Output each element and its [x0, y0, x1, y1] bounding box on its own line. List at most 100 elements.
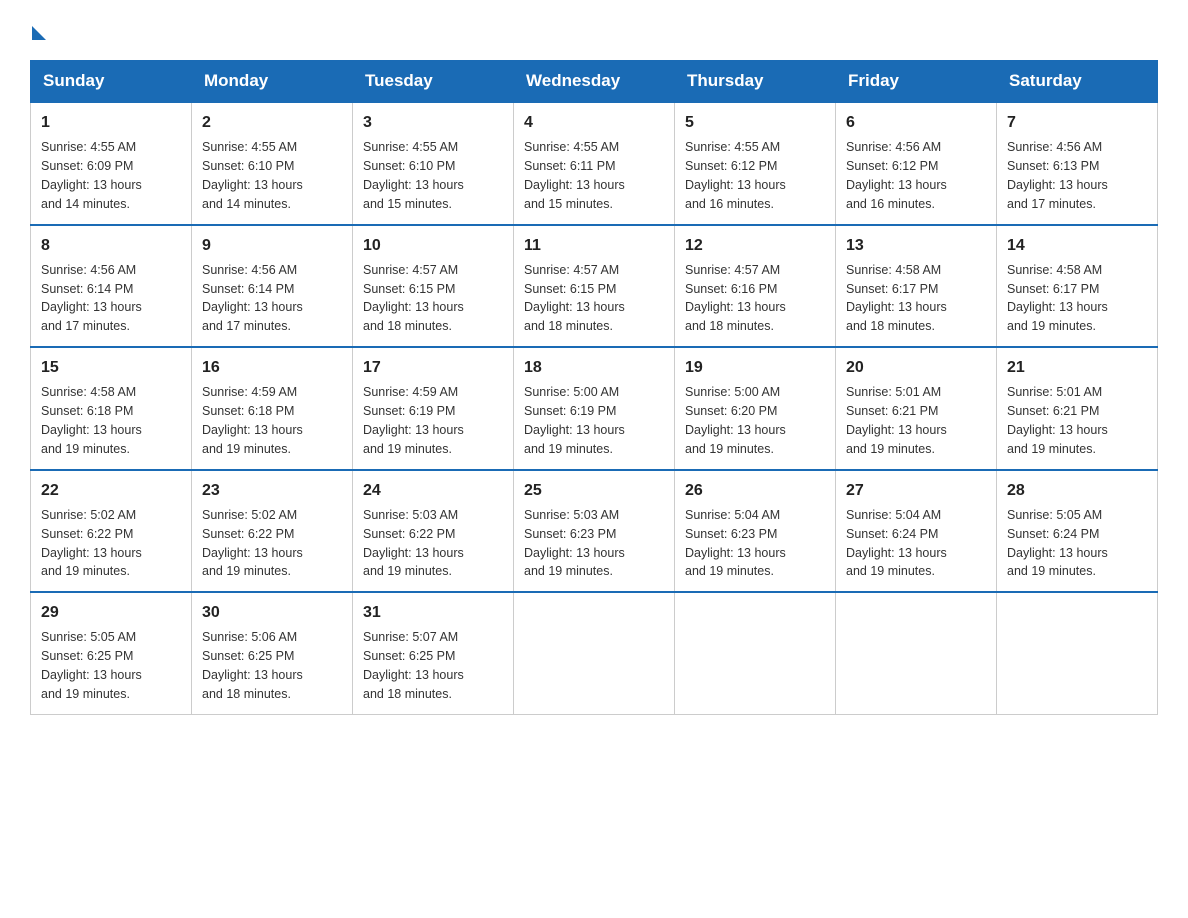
day-number: 20 [846, 356, 986, 379]
calendar-cell: 3 Sunrise: 4:55 AMSunset: 6:10 PMDaylight… [353, 102, 514, 225]
day-number: 2 [202, 111, 342, 134]
day-number: 30 [202, 601, 342, 624]
day-number: 24 [363, 479, 503, 502]
day-info: Sunrise: 4:59 AMSunset: 6:18 PMDaylight:… [202, 385, 303, 456]
day-info: Sunrise: 5:06 AMSunset: 6:25 PMDaylight:… [202, 630, 303, 701]
day-info: Sunrise: 4:55 AMSunset: 6:10 PMDaylight:… [202, 140, 303, 211]
day-number: 29 [41, 601, 181, 624]
day-info: Sunrise: 4:57 AMSunset: 6:15 PMDaylight:… [524, 263, 625, 334]
calendar-week-row: 8 Sunrise: 4:56 AMSunset: 6:14 PMDaylight… [31, 225, 1158, 348]
calendar-cell: 15 Sunrise: 4:58 AMSunset: 6:18 PMDayligh… [31, 347, 192, 470]
day-info: Sunrise: 4:56 AMSunset: 6:12 PMDaylight:… [846, 140, 947, 211]
calendar-week-row: 29 Sunrise: 5:05 AMSunset: 6:25 PMDayligh… [31, 592, 1158, 714]
calendar-cell: 16Sunrise: 4:59 AMSunset: 6:18 PMDayligh… [192, 347, 353, 470]
day-number: 27 [846, 479, 986, 502]
day-number: 8 [41, 234, 181, 257]
day-number: 12 [685, 234, 825, 257]
day-number: 26 [685, 479, 825, 502]
calendar-cell: 31 Sunrise: 5:07 AMSunset: 6:25 PMDayligh… [353, 592, 514, 714]
day-info: Sunrise: 5:05 AMSunset: 6:24 PMDaylight:… [1007, 508, 1108, 579]
calendar-cell: 2 Sunrise: 4:55 AMSunset: 6:10 PMDaylight… [192, 102, 353, 225]
calendar-cell: 20 Sunrise: 5:01 AMSunset: 6:21 PMDayligh… [836, 347, 997, 470]
day-number: 15 [41, 356, 181, 379]
day-number: 17 [363, 356, 503, 379]
calendar-cell: 13 Sunrise: 4:58 AMSunset: 6:17 PMDayligh… [836, 225, 997, 348]
day-info: Sunrise: 5:02 AMSunset: 6:22 PMDaylight:… [202, 508, 303, 579]
calendar-cell: 6 Sunrise: 4:56 AMSunset: 6:12 PMDaylight… [836, 102, 997, 225]
day-number: 11 [524, 234, 664, 257]
day-info: Sunrise: 5:01 AMSunset: 6:21 PMDaylight:… [846, 385, 947, 456]
calendar-cell [836, 592, 997, 714]
day-number: 10 [363, 234, 503, 257]
day-number: 6 [846, 111, 986, 134]
day-number: 7 [1007, 111, 1147, 134]
day-info: Sunrise: 5:04 AMSunset: 6:23 PMDaylight:… [685, 508, 786, 579]
calendar-cell: 14Sunrise: 4:58 AMSunset: 6:17 PMDayligh… [997, 225, 1158, 348]
calendar-header-row: SundayMondayTuesdayWednesdayThursdayFrid… [31, 61, 1158, 103]
calendar-week-row: 1Sunrise: 4:55 AMSunset: 6:09 PMDaylight… [31, 102, 1158, 225]
day-number: 3 [363, 111, 503, 134]
day-info: Sunrise: 5:02 AMSunset: 6:22 PMDaylight:… [41, 508, 142, 579]
day-info: Sunrise: 4:56 AMSunset: 6:14 PMDaylight:… [202, 263, 303, 334]
day-info: Sunrise: 4:57 AMSunset: 6:16 PMDaylight:… [685, 263, 786, 334]
day-info: Sunrise: 4:57 AMSunset: 6:15 PMDaylight:… [363, 263, 464, 334]
day-info: Sunrise: 5:00 AMSunset: 6:19 PMDaylight:… [524, 385, 625, 456]
calendar-cell: 27 Sunrise: 5:04 AMSunset: 6:24 PMDayligh… [836, 470, 997, 593]
calendar-cell: 7 Sunrise: 4:56 AMSunset: 6:13 PMDaylight… [997, 102, 1158, 225]
calendar-cell: 25 Sunrise: 5:03 AMSunset: 6:23 PMDayligh… [514, 470, 675, 593]
day-info: Sunrise: 4:58 AMSunset: 6:18 PMDaylight:… [41, 385, 142, 456]
day-info: Sunrise: 4:56 AMSunset: 6:13 PMDaylight:… [1007, 140, 1108, 211]
day-info: Sunrise: 5:03 AMSunset: 6:23 PMDaylight:… [524, 508, 625, 579]
calendar-cell: 5 Sunrise: 4:55 AMSunset: 6:12 PMDaylight… [675, 102, 836, 225]
day-info: Sunrise: 4:58 AMSunset: 6:17 PMDaylight:… [846, 263, 947, 334]
calendar-cell: 22Sunrise: 5:02 AMSunset: 6:22 PMDayligh… [31, 470, 192, 593]
day-info: Sunrise: 4:59 AMSunset: 6:19 PMDaylight:… [363, 385, 464, 456]
day-info: Sunrise: 5:01 AMSunset: 6:21 PMDaylight:… [1007, 385, 1108, 456]
calendar-header-thursday: Thursday [675, 61, 836, 103]
calendar-cell: 8Sunrise: 4:56 AMSunset: 6:14 PMDaylight… [31, 225, 192, 348]
calendar-cell: 28 Sunrise: 5:05 AMSunset: 6:24 PMDayligh… [997, 470, 1158, 593]
calendar-cell: 21 Sunrise: 5:01 AMSunset: 6:21 PMDayligh… [997, 347, 1158, 470]
day-number: 19 [685, 356, 825, 379]
calendar-header-wednesday: Wednesday [514, 61, 675, 103]
day-info: Sunrise: 5:07 AMSunset: 6:25 PMDaylight:… [363, 630, 464, 701]
day-info: Sunrise: 5:04 AMSunset: 6:24 PMDaylight:… [846, 508, 947, 579]
calendar-cell: 24Sunrise: 5:03 AMSunset: 6:22 PMDayligh… [353, 470, 514, 593]
calendar-cell: 10 Sunrise: 4:57 AMSunset: 6:15 PMDayligh… [353, 225, 514, 348]
calendar-cell: 1Sunrise: 4:55 AMSunset: 6:09 PMDaylight… [31, 102, 192, 225]
calendar-cell: 11 Sunrise: 4:57 AMSunset: 6:15 PMDayligh… [514, 225, 675, 348]
logo [30, 20, 46, 40]
calendar-cell [997, 592, 1158, 714]
calendar-week-row: 22Sunrise: 5:02 AMSunset: 6:22 PMDayligh… [31, 470, 1158, 593]
day-number: 14 [1007, 234, 1147, 257]
day-info: Sunrise: 4:55 AMSunset: 6:12 PMDaylight:… [685, 140, 786, 211]
day-number: 4 [524, 111, 664, 134]
calendar-cell: 17 Sunrise: 4:59 AMSunset: 6:19 PMDayligh… [353, 347, 514, 470]
calendar-cell: 19 Sunrise: 5:00 AMSunset: 6:20 PMDayligh… [675, 347, 836, 470]
day-number: 13 [846, 234, 986, 257]
day-number: 5 [685, 111, 825, 134]
day-number: 28 [1007, 479, 1147, 502]
calendar-week-row: 15 Sunrise: 4:58 AMSunset: 6:18 PMDayligh… [31, 347, 1158, 470]
calendar-table: SundayMondayTuesdayWednesdayThursdayFrid… [30, 60, 1158, 715]
calendar-header-friday: Friday [836, 61, 997, 103]
day-info: Sunrise: 5:05 AMSunset: 6:25 PMDaylight:… [41, 630, 142, 701]
calendar-cell: 18 Sunrise: 5:00 AMSunset: 6:19 PMDayligh… [514, 347, 675, 470]
calendar-cell: 12 Sunrise: 4:57 AMSunset: 6:16 PMDayligh… [675, 225, 836, 348]
day-info: Sunrise: 4:55 AMSunset: 6:10 PMDaylight:… [363, 140, 464, 211]
day-number: 25 [524, 479, 664, 502]
day-info: Sunrise: 4:55 AMSunset: 6:11 PMDaylight:… [524, 140, 625, 211]
day-number: 21 [1007, 356, 1147, 379]
day-number: 31 [363, 601, 503, 624]
calendar-cell [514, 592, 675, 714]
calendar-header-tuesday: Tuesday [353, 61, 514, 103]
calendar-header-monday: Monday [192, 61, 353, 103]
page-header [30, 20, 1158, 40]
calendar-cell: 9 Sunrise: 4:56 AMSunset: 6:14 PMDaylight… [192, 225, 353, 348]
day-number: 18 [524, 356, 664, 379]
calendar-cell [675, 592, 836, 714]
day-info: Sunrise: 5:00 AMSunset: 6:20 PMDaylight:… [685, 385, 786, 456]
day-number: 9 [202, 234, 342, 257]
calendar-cell: 30 Sunrise: 5:06 AMSunset: 6:25 PMDayligh… [192, 592, 353, 714]
calendar-header-saturday: Saturday [997, 61, 1158, 103]
